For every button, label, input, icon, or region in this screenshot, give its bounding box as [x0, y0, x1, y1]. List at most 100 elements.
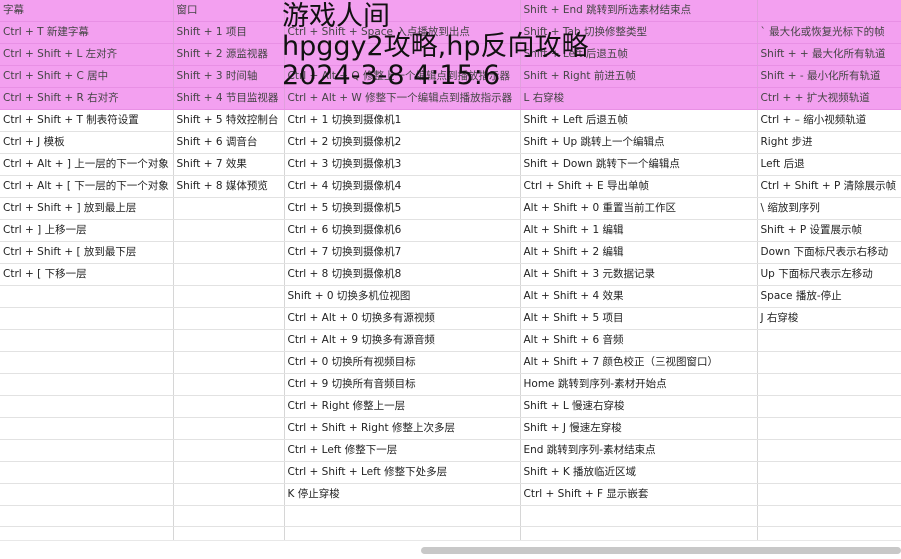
table-cell[interactable]: Ctrl + 0 切换所有视频目标	[284, 351, 521, 374]
table-cell[interactable]	[757, 329, 901, 352]
table-cell[interactable]: Ctrl + Left 修整下一层	[284, 439, 521, 462]
table-cell[interactable]	[0, 307, 174, 330]
table-cell[interactable]	[173, 285, 285, 308]
table-cell[interactable]	[173, 483, 285, 506]
table-cell[interactable]: Shift + 5 特效控制台	[173, 109, 285, 132]
table-cell[interactable]	[173, 329, 285, 352]
table-cell[interactable]: Shift + P 设置展示帧	[757, 219, 901, 242]
table-cell[interactable]: Ctrl + Shift + L 左对齐	[0, 43, 174, 66]
table-cell[interactable]: Shift + 2 源监视器	[173, 43, 285, 66]
table-cell[interactable]: Ctrl + 8 切换到摄像机8	[284, 263, 521, 286]
table-cell[interactable]: Shift + L 慢速右穿梭	[520, 395, 758, 418]
table-cell[interactable]: Shift + Down 跳转下一个编辑点	[520, 153, 758, 176]
table-cell[interactable]: Ctrl + Shift + [ 放到最下层	[0, 241, 174, 264]
table-cell[interactable]	[0, 285, 174, 308]
table-cell[interactable]: Alt + Shift + 4 效果	[520, 285, 758, 308]
horizontal-scrollbar[interactable]	[0, 540, 901, 559]
table-cell[interactable]	[284, 43, 521, 66]
table-cell[interactable]	[173, 439, 285, 462]
table-cell[interactable]: Ctrl + Shift + Space 入点播放到出点	[284, 21, 521, 44]
table-cell[interactable]	[173, 197, 285, 220]
table-cell[interactable]: Ctrl + Alt + Q 修整上一个编辑点到播放指示器	[284, 65, 521, 88]
table-cell[interactable]	[757, 461, 901, 484]
table-cell[interactable]	[0, 439, 174, 462]
table-cell[interactable]: Shift + Tab 切换修整类型	[520, 21, 758, 44]
table-cell[interactable]: Shift + Right 前进五帧	[520, 65, 758, 88]
table-cell[interactable]: J 右穿梭	[757, 307, 901, 330]
table-cell[interactable]: Shift + + 最大化所有轨道	[757, 43, 901, 66]
table-cell[interactable]: Up 下面标尺表示左移动	[757, 263, 901, 286]
table-cell[interactable]: Alt + Shift + 0 重置当前工作区	[520, 197, 758, 220]
table-cell[interactable]: Alt + Shift + 6 音频	[520, 329, 758, 352]
table-cell[interactable]	[0, 505, 174, 527]
table-cell[interactable]	[173, 219, 285, 242]
table-cell[interactable]: Shift + 4 节目监视器	[173, 87, 285, 110]
table-cell[interactable]	[173, 461, 285, 484]
table-cell[interactable]: Ctrl + Shift + T 制表符设置	[0, 109, 174, 132]
table-cell[interactable]: Shift + Left 后退五帧	[520, 43, 758, 66]
table-cell[interactable]	[173, 417, 285, 440]
table-cell[interactable]: End 跳转到序列-素材结束点	[520, 439, 758, 462]
table-cell[interactable]: Shift + K 播放临近区域	[520, 461, 758, 484]
table-cell[interactable]: Shift + 6 调音台	[173, 131, 285, 154]
table-cell[interactable]	[173, 373, 285, 396]
table-cell[interactable]	[757, 0, 901, 22]
table-cell[interactable]: Alt + Shift + 5 项目	[520, 307, 758, 330]
table-cell[interactable]: Shift + 7 效果	[173, 153, 285, 176]
table-cell[interactable]: Shift + - 最小化所有轨道	[757, 65, 901, 88]
table-cell[interactable]: Shift + Up 跳转上一个编辑点	[520, 131, 758, 154]
table-cell[interactable]: Shift + 1 项目	[173, 21, 285, 44]
table-cell[interactable]: Shift + Left 后退五帧	[520, 109, 758, 132]
table-cell[interactable]: Ctrl + Alt + [ 下一层的下一个对象	[0, 175, 174, 198]
table-cell[interactable]	[284, 0, 521, 22]
table-cell[interactable]: Right 步进	[757, 131, 901, 154]
table-cell[interactable]: Ctrl + Alt + ] 上一层的下一个对象	[0, 153, 174, 176]
table-cell[interactable]: Shift + 3 时间轴	[173, 65, 285, 88]
table-cell[interactable]	[757, 395, 901, 418]
table-cell[interactable]	[173, 307, 285, 330]
table-cell[interactable]: Ctrl + Alt + 0 切换多有源视频	[284, 307, 521, 330]
table-cell[interactable]: Ctrl + J 模板	[0, 131, 174, 154]
table-cell[interactable]: Ctrl + 1 切换到摄像机1	[284, 109, 521, 132]
table-cell[interactable]	[757, 373, 901, 396]
table-cell[interactable]: Ctrl + 2 切换到摄像机2	[284, 131, 521, 154]
table-cell[interactable]: Ctrl + Shift + Right 修整上次多层	[284, 417, 521, 440]
table-cell[interactable]: Ctrl + 5 切换到摄像机5	[284, 197, 521, 220]
table-cell[interactable]: Alt + Shift + 3 元数据记录	[520, 263, 758, 286]
table-cell[interactable]: Alt + Shift + 2 编辑	[520, 241, 758, 264]
table-cell[interactable]: Ctrl + 9 切换所有音频目标	[284, 373, 521, 396]
table-cell[interactable]: Ctrl + Shift + C 居中	[0, 65, 174, 88]
table-cell[interactable]: Ctrl + + 扩大视频轨道	[757, 87, 901, 110]
table-cell[interactable]	[757, 417, 901, 440]
table-cell[interactable]: Shift + 8 媒体预览	[173, 175, 285, 198]
table-cell[interactable]	[284, 505, 521, 527]
table-cell[interactable]	[520, 505, 758, 527]
table-cell[interactable]: Space 播放-停止	[757, 285, 901, 308]
table-cell[interactable]	[173, 505, 285, 527]
table-cell[interactable]: Ctrl + Alt + 9 切换多有源音频	[284, 329, 521, 352]
table-cell[interactable]: Shift + J 慢速左穿梭	[520, 417, 758, 440]
table-cell[interactable]: Shift + End 跳转到所选素材结束点	[520, 0, 758, 22]
table-cell[interactable]	[0, 373, 174, 396]
table-cell[interactable]: Ctrl + 4 切换到摄像机4	[284, 175, 521, 198]
scrollbar-thumb[interactable]	[421, 547, 901, 554]
table-cell[interactable]: Ctrl + 3 切换到摄像机3	[284, 153, 521, 176]
table-cell[interactable]	[173, 351, 285, 374]
table-cell[interactable]: Ctrl + Shift + P 清除展示帧	[757, 175, 901, 198]
table-cell[interactable]: Alt + Shift + 1 编辑	[520, 219, 758, 242]
table-cell[interactable]	[173, 241, 285, 264]
table-cell[interactable]: ` 最大化或恢复光标下的帧	[757, 21, 901, 44]
table-cell[interactable]	[0, 351, 174, 374]
table-cell[interactable]: Ctrl + ] 上移一层	[0, 219, 174, 242]
table-cell[interactable]: Ctrl + 6 切换到摄像机6	[284, 219, 521, 242]
table-cell[interactable]	[0, 329, 174, 352]
table-cell[interactable]: Alt + Shift + 7 颜色校正（三视图窗口）	[520, 351, 758, 374]
table-cell[interactable]: Ctrl + Shift + E 导出单帧	[520, 175, 758, 198]
table-cell[interactable]: Ctrl + – 缩小视频轨道	[757, 109, 901, 132]
table-cell[interactable]: Ctrl + 7 切换到摄像机7	[284, 241, 521, 264]
table-cell[interactable]: Ctrl + Shift + R 右对齐	[0, 87, 174, 110]
table-cell[interactable]: Down 下面标尺表示右移动	[757, 241, 901, 264]
table-cell[interactable]: Ctrl + [ 下移一层	[0, 263, 174, 286]
table-cell[interactable]	[757, 439, 901, 462]
table-cell[interactable]	[757, 483, 901, 506]
